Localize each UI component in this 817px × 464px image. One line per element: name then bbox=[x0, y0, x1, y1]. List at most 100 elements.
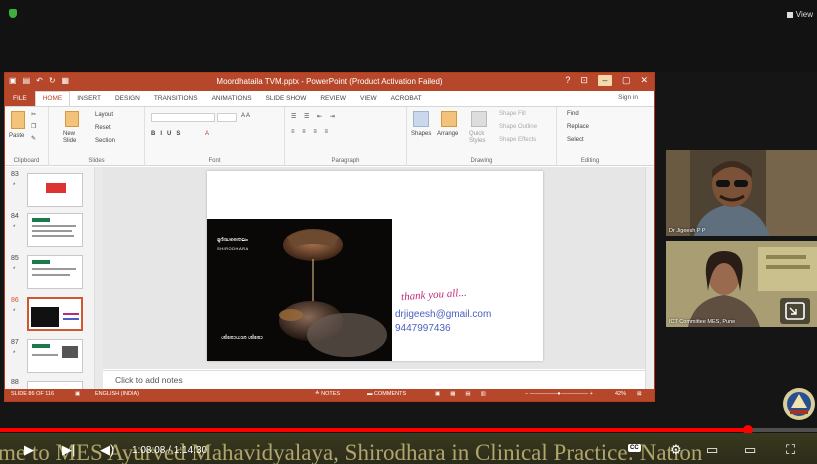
slide-caption-english: SHIRODHARA bbox=[217, 246, 249, 251]
help-button[interactable]: ? bbox=[565, 75, 570, 86]
layout-button[interactable]: Layout bbox=[95, 112, 113, 118]
thumb-star: * bbox=[13, 225, 16, 231]
tab-animations[interactable]: ANIMATIONS bbox=[205, 95, 259, 102]
volume-icon[interactable]: ◀) bbox=[100, 442, 114, 458]
cut-icon[interactable]: ✂ bbox=[31, 111, 36, 118]
slide-thumbnail[interactable] bbox=[27, 213, 83, 247]
copy-icon[interactable]: ❐ bbox=[31, 123, 36, 130]
zoom-slider[interactable]: − —————●————— + bbox=[525, 391, 593, 397]
format-painter-icon[interactable]: ✎ bbox=[31, 135, 36, 142]
drawing-group: Shapes Arrange Quick Styles Shape Fill S… bbox=[407, 107, 557, 166]
shape-effects-button[interactable]: Shape Effects bbox=[499, 137, 536, 143]
font-color-icon[interactable]: A bbox=[205, 131, 209, 137]
align-buttons[interactable]: ≡ ≡ ≡ ≡ bbox=[291, 129, 331, 135]
slide-editing-area[interactable]: മൂർദ്ധതൈലം SHIRODHARA ശിരോധാര ശിരോ thank… bbox=[103, 167, 654, 369]
restore-button[interactable]: ▢ bbox=[622, 75, 631, 86]
miniplayer-icon[interactable]: ▭ bbox=[706, 442, 718, 458]
ribbon-display-icon[interactable]: ⊡ bbox=[580, 75, 588, 86]
paste-button[interactable]: Paste bbox=[9, 133, 24, 139]
view-buttons[interactable]: ▣▦▤▥ bbox=[435, 391, 496, 397]
shape-fill-button[interactable]: Shape Fill bbox=[499, 111, 526, 117]
spellcheck-icon[interactable]: ▣ bbox=[75, 391, 80, 397]
thumb-star: * bbox=[13, 351, 16, 357]
channel-logo[interactable] bbox=[782, 386, 816, 422]
slide-caption-bottom: ശിരോധാര ശിരോ bbox=[221, 335, 263, 341]
find-button[interactable]: Find bbox=[567, 111, 579, 117]
slide-vertical-scrollbar[interactable] bbox=[645, 167, 654, 389]
tab-design[interactable]: DESIGN bbox=[108, 95, 147, 102]
tab-acrobat[interactable]: ACROBAT bbox=[384, 95, 429, 102]
sign-in-link[interactable]: Sign in bbox=[618, 94, 638, 101]
font-style-buttons[interactable]: BIUS bbox=[151, 131, 185, 137]
captions-button[interactable]: CC bbox=[628, 444, 641, 452]
participant-tile-speaker[interactable]: Dr Jigeesh P P bbox=[666, 150, 817, 236]
select-button[interactable]: Select bbox=[567, 137, 584, 143]
slide-thumbnail[interactable] bbox=[27, 173, 83, 207]
progress-played bbox=[0, 428, 748, 432]
reset-button[interactable]: Reset bbox=[95, 125, 111, 131]
settings-gear-icon[interactable]: ⚙ bbox=[670, 442, 682, 458]
slide-thumbnail[interactable] bbox=[27, 255, 83, 289]
paste-icon[interactable] bbox=[11, 111, 25, 129]
replace-button[interactable]: Replace bbox=[567, 124, 589, 130]
arrange-button[interactable]: Arrange bbox=[437, 131, 458, 137]
slide-caption-malayalam: മൂർദ്ധതൈലം bbox=[217, 237, 248, 243]
view-label: View bbox=[795, 10, 813, 19]
phone-text: 9447997436 bbox=[395, 323, 451, 334]
editing-group-label: Editing bbox=[580, 158, 600, 164]
slide-thumbnails-pane[interactable]: 83 * 84 * 85 * 86 * 87 * 88 bbox=[5, 167, 95, 391]
progress-bar[interactable] bbox=[0, 425, 817, 435]
shapes-icon[interactable] bbox=[413, 111, 429, 127]
ribbon-tabs: FILE HOME INSERT DESIGN TRANSITIONS ANIM… bbox=[5, 91, 654, 106]
font-grow-shrink[interactable]: A A bbox=[241, 113, 250, 119]
theater-mode-icon[interactable]: ▭ bbox=[744, 442, 756, 458]
tab-transitions[interactable]: TRANSITIONS bbox=[147, 95, 205, 102]
new-slide-button[interactable]: New Slide bbox=[63, 131, 87, 145]
fit-slide-icon[interactable]: ⊠ bbox=[637, 391, 642, 397]
quick-styles-button[interactable]: Quick Styles bbox=[469, 131, 491, 145]
tab-file[interactable]: FILE bbox=[5, 91, 35, 106]
section-button[interactable]: Section bbox=[95, 138, 115, 144]
thumbnails-scrollbar[interactable] bbox=[95, 167, 103, 389]
slide-photo[interactable]: മൂർദ്ധതൈലം SHIRODHARA ശിരോധാര ശിരോ bbox=[207, 219, 392, 361]
new-slide-icon[interactable] bbox=[65, 111, 79, 127]
close-button[interactable]: ✕ bbox=[640, 75, 648, 86]
paragraph-group-label: Paragraph bbox=[331, 158, 360, 164]
slide-thumbnail-selected[interactable] bbox=[27, 297, 83, 331]
tab-slide-show[interactable]: SLIDE SHOW bbox=[259, 95, 314, 102]
tab-view[interactable]: VIEW bbox=[353, 95, 384, 102]
current-slide[interactable]: മൂർദ്ധതൈലം SHIRODHARA ശിരോധാര ശിരോ thank… bbox=[207, 171, 543, 361]
shapes-button[interactable]: Shapes bbox=[411, 131, 431, 137]
play-icon[interactable]: ▶ bbox=[24, 442, 34, 458]
picture-in-picture-icon[interactable] bbox=[780, 298, 810, 324]
font-size-field[interactable] bbox=[217, 113, 237, 122]
view-button[interactable]: View bbox=[786, 10, 813, 19]
arrange-icon[interactable] bbox=[441, 111, 457, 127]
quick-styles-icon[interactable] bbox=[471, 111, 487, 127]
powerpoint-title-bar: ▣ ▤ ↶ ↻ ▦ Moordhataila TVM.pptx - PowerP… bbox=[5, 73, 654, 91]
slide-thumbnail[interactable] bbox=[27, 339, 83, 373]
thumb-number: 88 bbox=[11, 379, 19, 386]
window-controls: ? ⊡ – ▢ ✕ bbox=[565, 75, 648, 86]
thumb-number: 84 bbox=[11, 213, 19, 220]
thumb-content bbox=[32, 235, 74, 237]
zoom-level[interactable]: 42% bbox=[615, 391, 626, 397]
tab-insert[interactable]: INSERT bbox=[70, 95, 108, 102]
notes-pane[interactable]: Click to add notes bbox=[103, 370, 645, 389]
thumb-content bbox=[31, 307, 59, 327]
comments-label: COMMENTS bbox=[374, 391, 407, 397]
list-buttons[interactable]: ☰ ☰ ⇤ ⇥ bbox=[291, 113, 338, 120]
font-name-field[interactable] bbox=[151, 113, 215, 122]
comments-button[interactable]: ▬ COMMENTS bbox=[367, 391, 406, 397]
tab-review[interactable]: REVIEW bbox=[313, 95, 353, 102]
minimize-button[interactable]: – bbox=[597, 75, 612, 86]
tab-home[interactable]: HOME bbox=[34, 91, 71, 106]
thumb-content bbox=[32, 218, 50, 222]
next-icon[interactable]: ▶| bbox=[62, 442, 75, 458]
thumb-content bbox=[32, 260, 50, 264]
fullscreen-icon[interactable]: ⛶ bbox=[786, 442, 795, 458]
notes-button[interactable]: ≙ NOTES bbox=[315, 391, 340, 397]
shape-outline-button[interactable]: Shape Outline bbox=[499, 124, 537, 130]
video-player[interactable]: View ▣ ▤ ↶ ↻ ▦ Moordhataila TVM.pptx - P… bbox=[0, 0, 817, 464]
thumb-content bbox=[32, 354, 58, 356]
